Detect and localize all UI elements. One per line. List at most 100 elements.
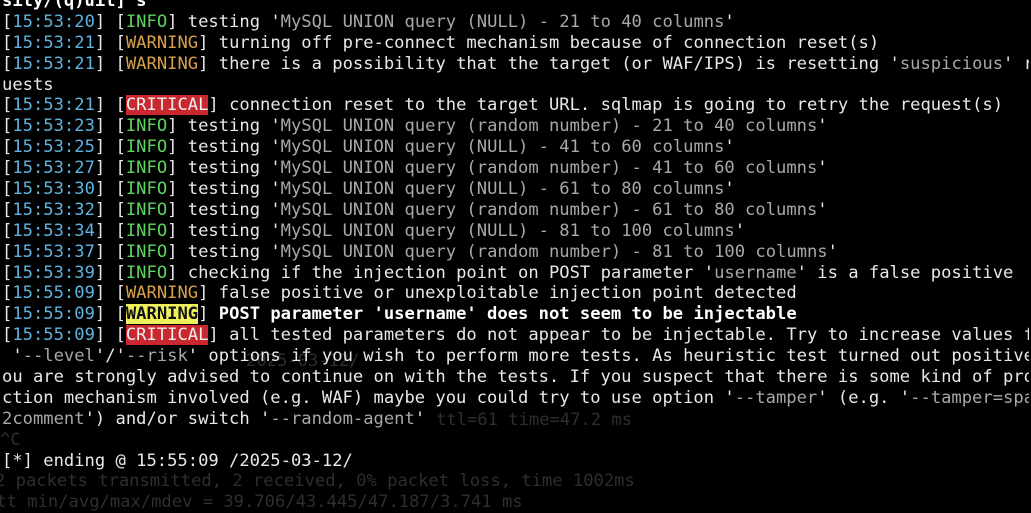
quoted-value: MySQL UNION query (random number) - 81 t…	[280, 241, 828, 262]
log-line: [15:55:09] [CRITICAL] all tested paramet…	[2, 325, 1029, 346]
log-message: testing '	[187, 158, 281, 179]
terminal-output[interactable]: sity/(q)uit] s [15:53:20] [INFO] testing…	[2, 0, 1029, 471]
log-line: [*] ending @ 15:55:09 /2025-03-12/	[2, 451, 1029, 472]
quoted-value: --risk	[125, 346, 188, 367]
log-line: [15:53:39] [INFO] checking if the inject…	[2, 263, 1029, 284]
log-line: [15:53:25] [INFO] testing 'MySQL UNION q…	[2, 137, 1029, 158]
log-line: [15:55:09] [WARNING] POST parameter 'use…	[2, 304, 1029, 325]
log-line: [15:55:09] [WARNING] false positive or u…	[2, 283, 1029, 304]
bracket: ] [	[94, 262, 126, 283]
bracket: ]	[208, 325, 230, 346]
bracket: [	[2, 158, 13, 179]
log-timestamp: 15:55:09	[12, 283, 95, 304]
log-level-badge: WARNING	[125, 304, 199, 325]
bracket: ]	[198, 304, 219, 325]
bracket: ]	[198, 283, 219, 304]
log-message: ' (e.g. '	[817, 387, 911, 408]
log-line: 2comment') and/or switch '--random-agent…	[2, 409, 1029, 430]
quoted-value: username	[714, 262, 797, 283]
bracket: ]	[167, 241, 188, 262]
log-line: [15:53:21] [WARNING] turning off pre-con…	[2, 33, 1029, 54]
log-message: testing '	[187, 137, 281, 158]
bracket: [	[2, 262, 13, 283]
bracket: [	[2, 137, 13, 158]
bracket: [	[2, 116, 13, 137]
log-continuation: ction mechanism involved (e.g. WAF) mayb…	[2, 387, 735, 408]
quoted-value: MySQL UNION query (random number) - 21 t…	[280, 116, 818, 137]
log-message: '	[817, 116, 828, 137]
bracket: ] [	[94, 179, 126, 200]
log-line: [15:53:27] [INFO] testing 'MySQL UNION q…	[2, 158, 1029, 179]
prompt-line: sity/(q)uit] s	[2, 0, 147, 11]
log-level-badge: INFO	[125, 262, 168, 283]
log-timestamp: 15:53:39	[12, 262, 95, 283]
quoted-value: --tamper=space	[910, 387, 1029, 408]
log-timestamp: 15:53:21	[12, 95, 95, 116]
log-line: [15:53:32] [INFO] testing 'MySQL UNION q…	[2, 200, 1029, 221]
log-line: [15:53:21] [CRITICAL] connection reset t…	[2, 95, 1029, 116]
ghost-line: 2 packets transmitted, 2 received, 0% pa…	[0, 471, 635, 491]
bracket: [	[2, 53, 13, 74]
log-message: POST parameter 'username' does not seem …	[218, 304, 797, 325]
bracket: [	[2, 95, 13, 116]
log-timestamp: 15:53:23	[12, 116, 95, 137]
bracket: ]	[167, 158, 188, 179]
log-message: testing '	[187, 241, 281, 262]
bracket: ]	[167, 137, 188, 158]
log-line: [15:53:23] [INFO] testing 'MySQL UNION q…	[2, 116, 1029, 137]
log-message: ' is a false positive	[796, 262, 1014, 283]
bracket: ] [	[94, 241, 126, 262]
quoted-value: MySQL UNION query (NULL) - 61 to 80 colu…	[280, 179, 725, 200]
log-message: '	[734, 220, 746, 241]
bracket: [	[2, 241, 13, 262]
quoted-value: --tamper	[734, 387, 818, 408]
bracket: [	[2, 325, 13, 346]
quoted-value: suspicious	[899, 53, 1004, 74]
bracket: ]	[167, 262, 188, 283]
log-message: '	[724, 137, 735, 158]
bracket: [	[2, 304, 13, 325]
bracket: ]	[167, 179, 188, 200]
log-timestamp: 15:53:25	[12, 137, 95, 158]
log-level-badge: INFO	[125, 158, 168, 179]
bracket: ] [	[94, 199, 126, 220]
bracket: ] [	[94, 283, 126, 304]
log-message: false positive or unexploitable injectio…	[218, 283, 797, 304]
log-timestamp: 15:53:27	[12, 158, 95, 179]
log-line: ou are strongly advised to continue on w…	[2, 367, 1029, 388]
log-line: [15:53:20] [INFO] testing 'MySQL UNION q…	[2, 12, 1029, 33]
log-level-badge: INFO	[125, 241, 168, 262]
log-message: all tested parameters do not appear to b…	[229, 325, 1029, 346]
log-message: '	[817, 158, 828, 179]
log-timestamp: 15:53:30	[12, 179, 95, 200]
log-message: ' req	[1003, 53, 1029, 74]
log-timestamp: 15:53:21	[12, 53, 95, 74]
bracket: ]	[167, 11, 188, 32]
bracket: ] [	[94, 325, 126, 346]
log-message: connection reset to the target URL. sqlm…	[229, 95, 1004, 116]
log-message: '	[724, 179, 735, 200]
log-level-badge: CRITICAL	[125, 95, 209, 116]
log-message: testing '	[187, 199, 281, 220]
log-level-badge: CRITICAL	[125, 325, 209, 346]
quoted-value: --random-agent	[270, 408, 415, 429]
bracket: [	[2, 220, 13, 241]
log-message: there is a possibility that the target (…	[218, 53, 900, 74]
log-line: [15:53:37] [INFO] testing 'MySQL UNION q…	[2, 242, 1029, 263]
quoted-value: MySQL UNION query (NULL) - 81 to 100 col…	[280, 220, 735, 241]
log-timestamp: 15:53:21	[12, 32, 95, 53]
log-message: turning off pre-connect mechanism becaus…	[218, 32, 880, 53]
log-level-badge: INFO	[125, 179, 168, 200]
log-level-badge: INFO	[125, 137, 168, 158]
log-level-badge: WARNING	[125, 32, 199, 53]
log-line: uests	[2, 75, 1029, 96]
log-line: ction mechanism involved (e.g. WAF) mayb…	[2, 388, 1029, 409]
log-message: '	[817, 199, 828, 220]
bracket: ] [	[94, 32, 126, 53]
log-message: '	[724, 11, 735, 32]
log-message: testing '	[187, 116, 281, 137]
bracket: [	[2, 11, 13, 32]
log-timestamp: 15:53:37	[12, 241, 95, 262]
log-message: testing '	[187, 11, 281, 32]
quoted-value: MySQL UNION query (NULL) - 41 to 60 colu…	[280, 137, 725, 158]
